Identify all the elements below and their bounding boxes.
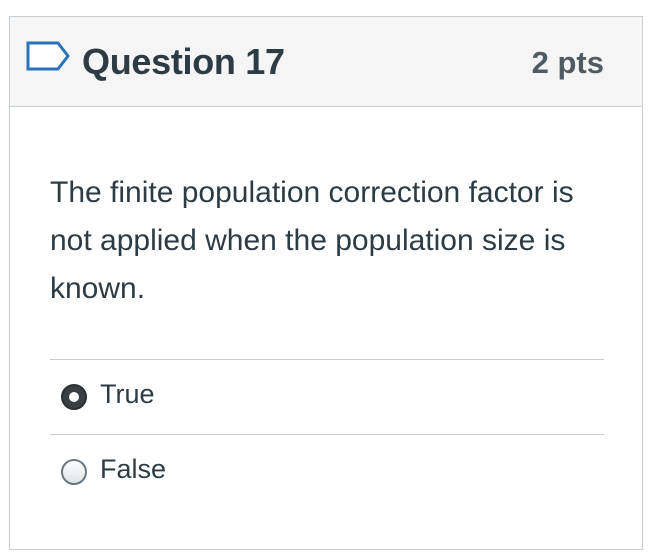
question-points: 2 pts [531,45,604,80]
question-body: The finite population correction factor … [10,169,642,509]
answer-option-true[interactable]: True [50,359,604,434]
question-title: Question 17 [82,41,285,82]
bookmark-flag-icon[interactable] [26,41,70,71]
radio-button-false[interactable] [61,459,87,485]
answer-option-false[interactable]: False [50,434,604,509]
question-text: The finite population correction factor … [50,176,574,305]
answer-label-true[interactable]: True [100,379,155,410]
question-card: Question 17 2 pts The finite population … [9,16,643,550]
answer-list: True False [50,359,604,509]
radio-button-true[interactable] [61,384,87,410]
question-header: Question 17 2 pts [10,17,642,107]
answer-label-false[interactable]: False [100,454,166,485]
